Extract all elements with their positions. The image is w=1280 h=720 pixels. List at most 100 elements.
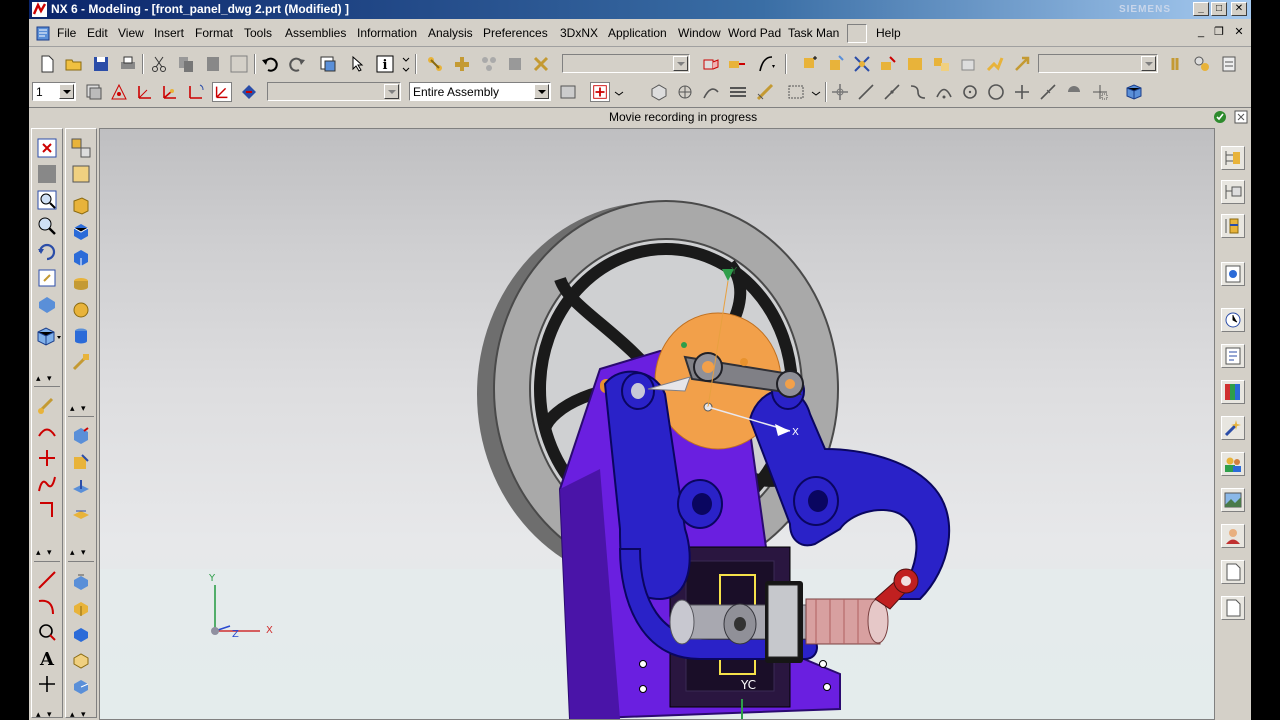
open-folder-icon[interactable] <box>64 54 84 74</box>
toolbar-overflow-icon[interactable] <box>401 54 411 74</box>
palette-more-toggle-6[interactable]: ▴ ▾ <box>70 709 88 720</box>
layer-settings-icon[interactable] <box>84 82 104 102</box>
zoom-window-icon[interactable] <box>36 189 58 211</box>
part-navigator-tab[interactable] <box>1221 214 1245 238</box>
circle-outline-icon[interactable] <box>986 82 1006 102</box>
shaded-view-icon[interactable] <box>36 293 58 315</box>
general-selection-icon[interactable] <box>558 82 578 102</box>
assembly-navigator-tab[interactable] <box>1221 146 1245 170</box>
extrude-icon[interactable] <box>70 195 92 217</box>
menu-window[interactable]: Window <box>678 26 721 40</box>
rotate-view-icon[interactable] <box>36 241 58 263</box>
add-component-icon[interactable] <box>800 54 820 74</box>
toolbar-combo-disabled-2[interactable] <box>1038 54 1158 73</box>
menu-information[interactable]: Information <box>357 26 417 40</box>
menu-view[interactable]: View <box>118 26 144 40</box>
mirror-assembly-icon[interactable] <box>852 54 872 74</box>
quadrant-point-icon[interactable] <box>1064 82 1084 102</box>
tangent-icon[interactable] <box>908 82 928 102</box>
menu-word-pad[interactable]: Word Pad <box>728 26 781 40</box>
detail-view-icon[interactable] <box>70 675 92 697</box>
wcs-origin-icon[interactable] <box>135 82 155 102</box>
snap-point-icon[interactable] <box>590 82 610 102</box>
deformable-part-icon[interactable] <box>1012 54 1032 74</box>
palette-more-toggle-5[interactable]: ▴ ▾ <box>70 547 88 558</box>
menu-blank-box[interactable] <box>847 24 867 43</box>
document-tab[interactable] <box>1221 560 1245 584</box>
link-icon[interactable] <box>1167 54 1187 74</box>
intersection-icon[interactable] <box>1012 82 1032 102</box>
mdi-close-button[interactable]: ✕ <box>1231 26 1247 40</box>
reposition-icon[interactable] <box>479 54 499 74</box>
point-on-curve-icon[interactable] <box>1090 82 1110 102</box>
constraint-navigator-tab[interactable] <box>1221 180 1245 204</box>
text-icon[interactable]: A <box>36 647 58 669</box>
history-tab[interactable] <box>1221 308 1245 332</box>
edge-blend-icon[interactable] <box>70 425 92 447</box>
print-icon[interactable] <box>118 54 138 74</box>
mdi-restore-button[interactable]: ❐ <box>1211 26 1227 40</box>
explode-view-icon[interactable] <box>531 54 551 74</box>
arc-tool-icon[interactable] <box>36 595 58 617</box>
curve-dropdown-icon[interactable] <box>757 54 777 74</box>
assembly-scope-select[interactable]: Entire Assembly <box>409 82 551 101</box>
cylinder-icon[interactable] <box>70 273 92 295</box>
user-tab[interactable] <box>1221 524 1245 548</box>
arc-center-icon[interactable] <box>934 82 954 102</box>
undo-icon[interactable] <box>260 54 280 74</box>
system-materials-tab[interactable] <box>1221 344 1245 368</box>
circle-tool-icon[interactable] <box>36 621 58 643</box>
snap-dropdown-icon[interactable] <box>613 82 625 102</box>
redo-icon[interactable] <box>287 54 307 74</box>
move-component-icon[interactable] <box>878 54 898 74</box>
line-point-icon[interactable] <box>882 82 902 102</box>
manufacturing-wizard-tab[interactable] <box>1221 416 1245 440</box>
wcs-rotate-icon[interactable] <box>186 82 206 102</box>
curve-select-icon[interactable] <box>701 82 721 102</box>
boolean-icon[interactable] <box>70 351 92 373</box>
solid-body-icon[interactable] <box>649 82 669 102</box>
fit-view-icon[interactable] <box>36 137 58 159</box>
menu-insert[interactable]: Insert <box>154 26 184 40</box>
assembly-navigator-icon[interactable] <box>905 54 925 74</box>
mdi-minimize-button[interactable]: _ <box>1193 26 1209 40</box>
orient-view-dropdown-icon[interactable] <box>36 325 64 347</box>
mate-component-icon[interactable] <box>452 54 472 74</box>
blank-tool-icon[interactable] <box>229 54 249 74</box>
refresh-display-icon[interactable] <box>318 54 338 74</box>
hole-icon[interactable] <box>70 477 92 499</box>
selection-filter-select[interactable] <box>267 82 401 101</box>
wave-link-icon[interactable] <box>727 54 747 74</box>
block-icon[interactable] <box>70 247 92 269</box>
sheet-icon[interactable] <box>70 163 92 185</box>
part-navigator-icon[interactable] <box>70 137 92 159</box>
new-component-icon[interactable] <box>826 54 846 74</box>
window-close-button[interactable]: ✕ <box>1231 2 1247 16</box>
wcs-orient-icon[interactable] <box>212 82 232 102</box>
circle-icon[interactable] <box>960 82 980 102</box>
face-select-icon[interactable] <box>728 82 748 102</box>
menu-file[interactable]: File <box>57 26 76 40</box>
save-icon[interactable] <box>91 54 111 74</box>
process-studio-tab[interactable] <box>1221 380 1245 404</box>
replace-component-icon[interactable] <box>932 54 952 74</box>
document-icon[interactable] <box>35 25 52 42</box>
menu-assemblies[interactable]: Assemblies <box>285 26 346 40</box>
palette-more-toggle-2[interactable]: ▴ ▾ <box>36 547 54 558</box>
view-triad-icon[interactable] <box>701 54 721 74</box>
wave-geometry-icon[interactable] <box>985 54 1005 74</box>
select-dropdown-icon[interactable] <box>810 82 822 102</box>
palette-more-toggle-3[interactable]: ▴ ▾ <box>36 709 54 720</box>
menu-edit[interactable]: Edit <box>87 26 108 40</box>
menu-task-man[interactable]: Task Man <box>788 26 839 40</box>
zoom-rectangle-icon[interactable] <box>36 163 58 185</box>
part-view-cube-icon[interactable] <box>1124 82 1144 102</box>
reference-set-icon[interactable] <box>1219 54 1239 74</box>
drafting-view-icon[interactable] <box>70 571 92 593</box>
pan-view-icon[interactable] <box>36 267 58 289</box>
copy-icon[interactable] <box>176 54 196 74</box>
chamfer-icon[interactable] <box>70 451 92 473</box>
menu-preferences[interactable]: Preferences <box>483 26 548 40</box>
new-file-icon[interactable] <box>37 54 57 74</box>
wcs-dynamic-icon[interactable] <box>160 82 180 102</box>
